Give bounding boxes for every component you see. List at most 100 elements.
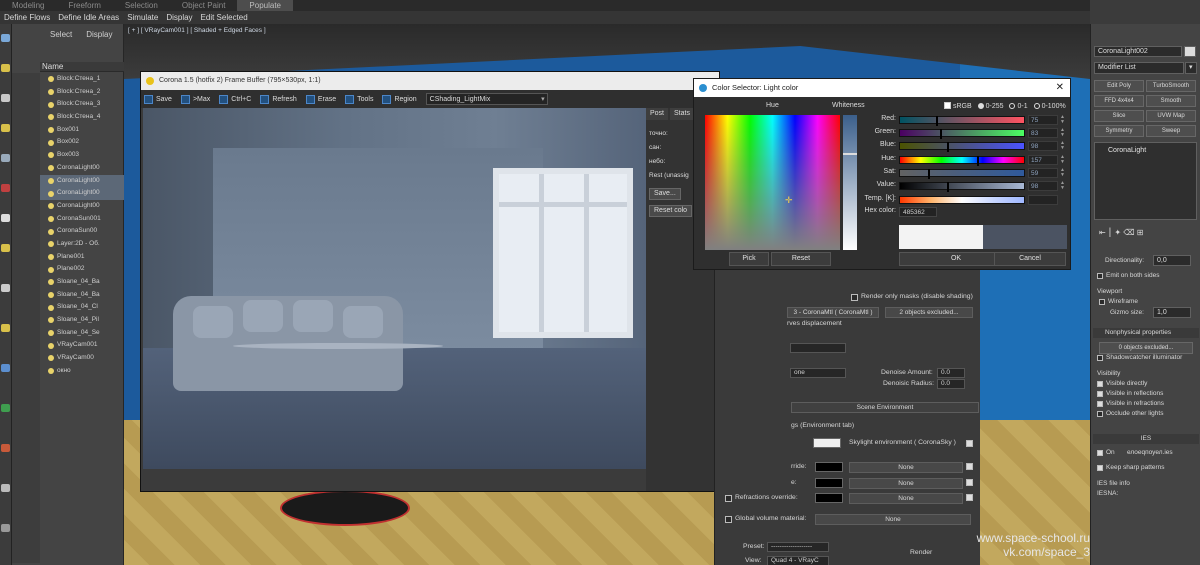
close-icon[interactable]: ✕	[1056, 79, 1064, 97]
blue-spinner[interactable]: ▲ ▼	[1060, 141, 1066, 151]
visible-directly-checkbox[interactable]	[1097, 381, 1103, 387]
override-checkbox[interactable]	[966, 463, 973, 470]
ies-rollout[interactable]: IES	[1093, 434, 1199, 444]
symmetry-button[interactable]: Symmetry	[1094, 125, 1144, 137]
range-0-1-radio[interactable]	[1009, 103, 1016, 109]
ies-file-button[interactable]: елоеqпоуел.ies	[1127, 449, 1173, 456]
define-idle-areas-button[interactable]: Define Idle Areas	[54, 11, 123, 24]
tools-button[interactable]: Tools	[345, 94, 379, 104]
temperature-value-field[interactable]	[1028, 195, 1058, 205]
sweep-button[interactable]: Sweep	[1146, 125, 1196, 137]
explorer-item[interactable]: Box002	[40, 136, 124, 149]
light-bulb-icon[interactable]	[48, 215, 54, 222]
global-volume-checkbox[interactable]	[725, 516, 732, 523]
define-flows-button[interactable]: Define Flows	[0, 11, 54, 24]
render-dropdown[interactable]	[790, 343, 846, 353]
hide-tool-icon[interactable]	[1, 524, 10, 532]
explorer-item[interactable]: Sloane_04_Ba	[40, 276, 124, 289]
copy-button[interactable]: Ctrl+C	[219, 94, 257, 104]
value-spinner[interactable]: ▲ ▼	[1060, 181, 1066, 191]
blue-slider[interactable]	[899, 142, 1025, 152]
green-spinner[interactable]: ▲ ▼	[1060, 128, 1066, 138]
simulate-button[interactable]: Simulate	[123, 11, 162, 24]
light-bulb-icon[interactable]	[48, 203, 54, 210]
light-bulb-icon[interactable]	[48, 355, 54, 362]
object-name-field[interactable]: CoronaLight002	[1094, 46, 1182, 57]
nonphysical-rollout[interactable]: Nonphysical properties	[1093, 328, 1199, 338]
explorer-item[interactable]: Block:Стена_4	[40, 111, 124, 124]
light-bulb-icon[interactable]	[48, 253, 54, 260]
region-button[interactable]: Region	[382, 94, 422, 104]
light-bulb-icon[interactable]	[48, 177, 54, 184]
display-button[interactable]: Display	[162, 11, 196, 24]
tab-stats[interactable]: Stats	[670, 108, 694, 120]
light-bulb-icon[interactable]	[48, 127, 54, 134]
explorer-item[interactable]: Block:Стена_2	[40, 86, 124, 99]
explorer-item[interactable]: Block:Стена_1	[40, 73, 124, 86]
light-bulb-icon[interactable]	[48, 89, 54, 96]
override-map-button[interactable]: None	[849, 478, 963, 489]
explorer-item[interactable]: VRayCam001	[40, 339, 124, 352]
hue-saturation-picker[interactable]: ✛	[705, 115, 840, 250]
shadowcatcher-checkbox[interactable]	[1097, 355, 1103, 361]
shape-tool-icon[interactable]	[1, 284, 10, 292]
select-tool-icon[interactable]	[1, 34, 10, 42]
value-slider-handle[interactable]	[947, 182, 949, 192]
render-button[interactable]: Render	[910, 549, 932, 556]
explorer-item[interactable]: CoronaSun001	[40, 213, 124, 226]
light-bulb-icon[interactable]	[48, 241, 54, 248]
directionality-field[interactable]: 0,0	[1153, 255, 1191, 266]
light-bulb-icon[interactable]	[48, 279, 54, 286]
explorer-item[interactable]: Sloane_04_Se	[40, 327, 124, 340]
explorer-item[interactable]: Sloane_04_Pil	[40, 314, 124, 327]
hue-value-field[interactable]: 157	[1028, 155, 1058, 165]
red-value-field[interactable]: 75	[1028, 115, 1058, 125]
override-color-swatch[interactable]	[815, 478, 843, 488]
tab-post[interactable]: Post	[646, 108, 669, 120]
light-bulb-icon[interactable]	[48, 368, 54, 375]
explorer-item[interactable]: Box003	[40, 149, 124, 162]
explorer-item[interactable]: CoronaSun00	[40, 225, 124, 238]
occlude-lights-checkbox[interactable]	[1097, 411, 1103, 417]
tab-object-paint[interactable]: Object Paint	[170, 0, 238, 11]
hex-color-field[interactable]: 485362	[899, 207, 937, 217]
slice-button[interactable]: Slice	[1094, 110, 1144, 122]
lightmix-save-button[interactable]: Save...	[649, 188, 681, 200]
helper-tool-icon[interactable]	[1, 244, 10, 252]
sphere-tool-icon[interactable]	[1, 184, 10, 192]
bulb-tool-icon[interactable]	[1, 124, 10, 132]
render-only-masks-checkbox[interactable]	[851, 294, 858, 301]
turbosmooth-button[interactable]: TurboSmooth	[1146, 80, 1196, 92]
light-bulb-icon[interactable]	[48, 114, 54, 121]
explorer-item[interactable]: Sloane_04_Ba	[40, 289, 124, 302]
explorer-item[interactable]: CoronaLight00	[40, 200, 124, 213]
light-tool-icon[interactable]	[1, 64, 10, 72]
override-color-swatch[interactable]	[815, 462, 843, 472]
explorer-item[interactable]: VRayCam00	[40, 352, 124, 365]
explorer-item[interactable]: CoronaLight00	[40, 162, 124, 175]
ffd-button[interactable]: FFD 4x4x4	[1094, 95, 1144, 107]
explorer-item[interactable]: Block:Стена_3	[40, 98, 124, 111]
reset-button[interactable]: Reset	[771, 252, 831, 266]
value-value-field[interactable]: 98	[1028, 181, 1058, 191]
srgb-checkbox[interactable]	[944, 102, 951, 109]
explorer-item[interactable]: Layer:2D - Об.	[40, 238, 124, 251]
light-bulb-icon[interactable]	[48, 139, 54, 146]
skylight-color-swatch[interactable]	[813, 438, 841, 448]
refractions-color-swatch[interactable]	[815, 493, 843, 503]
emit-both-checkbox[interactable]	[1097, 273, 1103, 279]
sat-slider-handle[interactable]	[928, 169, 930, 179]
particle-tool-icon[interactable]	[1, 444, 10, 452]
blue-value-field[interactable]: 98	[1028, 141, 1058, 151]
green-slider-handle[interactable]	[940, 129, 942, 139]
light-bulb-icon[interactable]	[48, 266, 54, 273]
reset-colors-button[interactable]: Reset colo	[649, 205, 693, 217]
light-bulb-icon[interactable]	[48, 190, 54, 197]
value-slider[interactable]	[899, 182, 1025, 192]
hue-slider-handle[interactable]	[977, 156, 979, 166]
name-column-header[interactable]: Name	[40, 62, 124, 72]
red-spinner[interactable]: ▲ ▼	[1060, 115, 1066, 125]
explorer-item[interactable]: Sloane_04_Cl	[40, 301, 124, 314]
wireframe-checkbox[interactable]	[1099, 299, 1105, 305]
preset-dropdown[interactable]: -------------------	[767, 542, 829, 552]
